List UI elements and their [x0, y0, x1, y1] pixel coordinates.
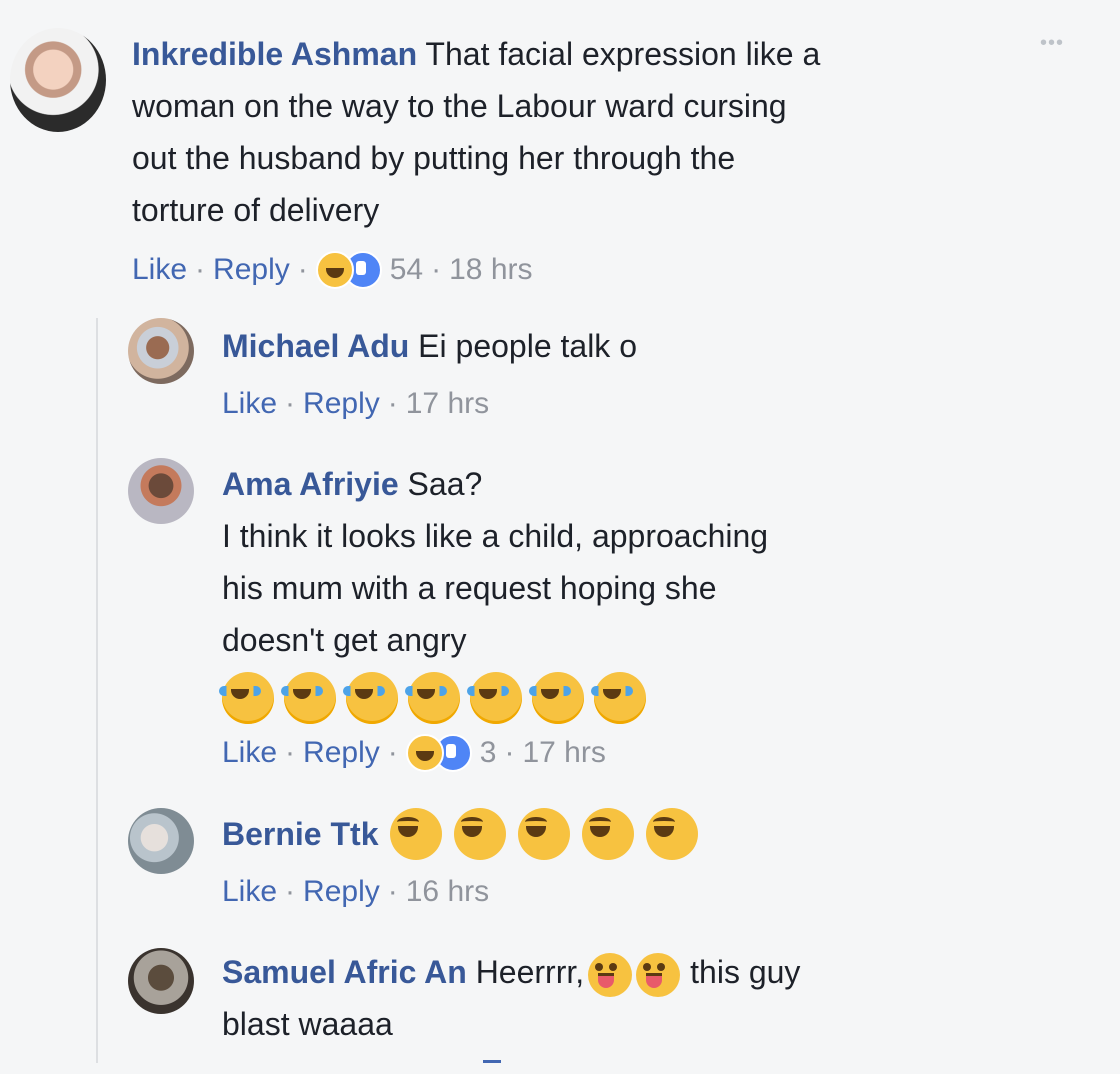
comment-author[interactable]: Inkredible Ashman — [132, 36, 417, 72]
avatar[interactable] — [128, 948, 194, 1014]
comment-text-line: blast waaaa — [222, 1006, 393, 1042]
emoji-row — [390, 808, 704, 860]
comment-text-line: torture of delivery — [132, 192, 380, 228]
avatar[interactable] — [10, 28, 106, 132]
reply-link[interactable]: Reply — [303, 872, 380, 912]
more-options-icon[interactable]: ••• — [1040, 32, 1064, 55]
reaction-count: 3 — [479, 736, 497, 769]
face-with-tears-of-joy-icon — [405, 672, 460, 724]
face-with-tears-of-joy-icon — [281, 672, 336, 724]
comment-author[interactable]: Michael Adu — [222, 328, 409, 364]
separator: · — [285, 736, 296, 769]
separator: · — [297, 253, 308, 286]
more-replies-indicator[interactable] — [483, 1060, 501, 1063]
like-link[interactable]: Like — [222, 384, 277, 424]
comment-text-line: his mum with a request hoping she — [222, 570, 717, 606]
reply-link[interactable]: Reply — [213, 250, 290, 290]
avatar[interactable] — [128, 458, 194, 524]
separator: · — [504, 736, 515, 769]
comment-time[interactable]: 17 hrs — [522, 733, 605, 773]
grinning-squinting-face-icon — [646, 808, 699, 860]
face-with-tears-of-joy-icon — [591, 672, 646, 724]
reply-thread-line — [96, 318, 98, 1063]
like-link[interactable]: Like — [132, 250, 187, 290]
separator: · — [387, 387, 398, 420]
comment-author[interactable]: Samuel Afric An — [222, 954, 467, 990]
grinning-squinting-face-icon — [518, 808, 571, 860]
face-with-tears-of-joy-icon — [343, 672, 398, 724]
reply-link[interactable]: Reply — [303, 384, 380, 424]
avatar[interactable] — [128, 318, 194, 384]
grinning-squinting-face-icon — [390, 808, 443, 860]
comment-time[interactable]: 18 hrs — [449, 250, 532, 290]
haha-reaction-icon — [315, 251, 354, 289]
separator: · — [387, 736, 398, 769]
comment-author[interactable]: Bernie Ttk — [222, 808, 378, 860]
separator: · — [195, 253, 206, 286]
like-link[interactable]: Like — [222, 733, 277, 773]
reactions-summary[interactable]: 3 — [405, 733, 497, 773]
separator: · — [387, 875, 398, 908]
like-link[interactable]: Like — [222, 872, 277, 912]
comment-text-line: woman on the way to the Labour ward curs… — [132, 88, 787, 124]
grinning-squinting-face-icon — [582, 808, 635, 860]
separator: · — [285, 387, 296, 420]
emoji-row — [219, 672, 652, 724]
face-with-tears-of-joy-icon — [529, 672, 584, 724]
haha-reaction-icon — [405, 734, 444, 772]
winking-face-with-tongue-icon — [636, 952, 681, 997]
comment-text-line: I think it looks like a child, approachi… — [222, 518, 769, 554]
face-with-tears-of-joy-icon — [219, 672, 274, 724]
comment-text-line: out the husband by putting her through t… — [132, 140, 736, 176]
face-with-tears-of-joy-icon — [467, 672, 522, 724]
comment-text-line: this guy — [690, 954, 801, 990]
grinning-squinting-face-icon — [454, 808, 507, 860]
winking-face-with-tongue-icon — [588, 952, 633, 997]
separator: · — [285, 875, 296, 908]
comment-author[interactable]: Ama Afriyie — [222, 466, 399, 502]
reactions-summary[interactable]: 54 — [315, 250, 424, 290]
comment-text-line: Heerrrr, — [475, 954, 585, 990]
comment-text-line: Ei people talk o — [418, 328, 637, 364]
avatar[interactable] — [128, 808, 194, 874]
reaction-count: 54 — [389, 253, 424, 286]
comment-text-line: doesn't get angry — [222, 622, 467, 658]
comment-text-line: That facial expression like a — [425, 36, 821, 72]
reply-link[interactable]: Reply — [303, 733, 380, 773]
comment-time[interactable]: 16 hrs — [406, 872, 489, 912]
comment-text-line: Saa? — [407, 466, 483, 502]
separator: · — [431, 253, 442, 286]
comment-time[interactable]: 17 hrs — [406, 384, 489, 424]
